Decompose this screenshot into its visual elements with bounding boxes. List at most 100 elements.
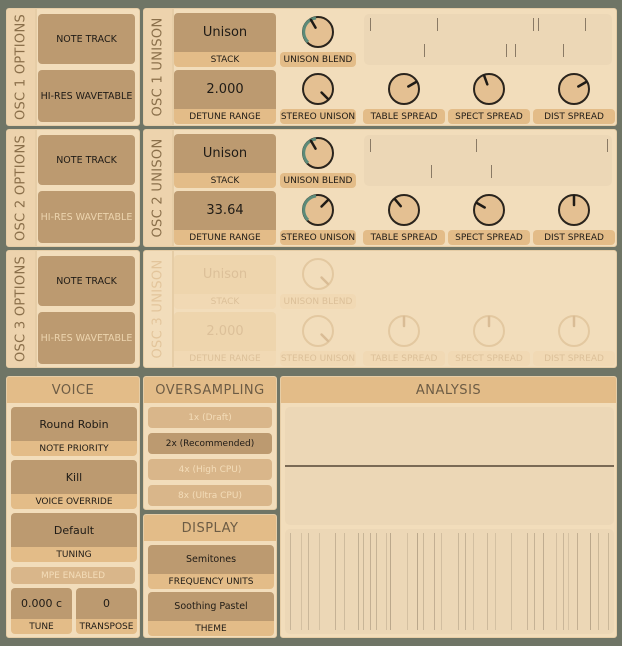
analysis-title: ANALYSIS — [281, 377, 616, 403]
transpose-control[interactable]: 0 TRANSPOSE — [76, 588, 137, 634]
osc3-unison-panel: OSC 3 UNISON Unison STACK UNISON BLEND 2… — [143, 250, 617, 368]
osc2-dist-spread-label: DIST SPREAD — [533, 230, 615, 245]
transpose-value[interactable]: 0 — [76, 588, 137, 619]
oversampling-option-4x[interactable]: 4x (High CPU) — [148, 459, 272, 480]
tune-control[interactable]: 0.000 c TUNE — [11, 588, 72, 634]
note-priority-control[interactable]: Round Robin NOTE PRIORITY — [11, 407, 137, 456]
osc3-table-spread-label: TABLE SPREAD — [363, 351, 445, 366]
osc1-stereo-unison-label: STEREO UNISON — [280, 109, 356, 124]
osc3-stack-control[interactable]: Unison STACK — [174, 255, 276, 309]
unison-voice-tick — [538, 18, 539, 31]
oversampling-option-2x[interactable]: 2x (Recommended) — [148, 433, 272, 454]
note-priority-label: NOTE PRIORITY — [11, 441, 137, 456]
unison-voice-tick — [533, 18, 534, 31]
voice-title: VOICE — [7, 377, 139, 403]
knob-dial-icon — [473, 73, 505, 105]
osc3-unison-blend-knob[interactable]: UNISON BLEND — [280, 255, 356, 309]
knob-dial-icon — [558, 73, 590, 105]
spectrum-bar — [407, 533, 408, 630]
osc2-unison-blend-label: UNISON BLEND — [280, 173, 356, 188]
analysis-panel: ANALYSIS — [280, 376, 617, 638]
osc2-unison-display — [364, 135, 612, 186]
oversampling-option-8x[interactable]: 8x (Ultra CPU) — [148, 485, 272, 506]
osc1-hires-wavetable-button[interactable]: HI-RES WAVETABLE — [38, 70, 135, 122]
osc1-stack-control[interactable]: Unison STACK — [174, 13, 276, 67]
osc1-table-spread-knob[interactable]: TABLE SPREAD — [363, 70, 445, 124]
osc1-stereo-unison-knob[interactable]: STEREO UNISON — [280, 70, 356, 124]
osc2-options-header: OSC 2 OPTIONS — [7, 130, 37, 246]
osc2-table-spread-label: TABLE SPREAD — [363, 230, 445, 245]
spectrum-bar — [534, 533, 535, 630]
osc2-stack-control[interactable]: Unison STACK — [174, 134, 276, 188]
osc3-unison-blend-label: UNISON BLEND — [280, 294, 356, 309]
spectrum-bar — [577, 533, 578, 630]
frequency-units-control[interactable]: Semitones FREQUENCY UNITS — [148, 545, 274, 589]
osc1-unison-blend-knob[interactable]: UNISON BLEND — [280, 13, 356, 67]
frequency-units-value[interactable]: Semitones — [148, 545, 274, 574]
oscilloscope-display — [285, 407, 614, 525]
spectrum-bar — [598, 533, 599, 630]
knob-dial-icon — [473, 194, 505, 226]
knob-dial-icon — [558, 194, 590, 226]
spectrum-bar — [511, 533, 512, 630]
osc3-spect-spread-knob[interactable]: SPECT SPREAD — [448, 312, 530, 366]
osc2-detune-range-value[interactable]: 33.64 — [174, 191, 276, 230]
theme-control[interactable]: Soothing Pastel THEME — [148, 592, 274, 636]
note-priority-value[interactable]: Round Robin — [11, 407, 137, 441]
spectrum-bar — [308, 533, 309, 630]
display-title: DISPLAY — [144, 515, 276, 541]
osc2-stereo-unison-knob[interactable]: STEREO UNISON — [280, 191, 356, 245]
osc1-note-track-button[interactable]: NOTE TRACK — [38, 14, 135, 64]
theme-value[interactable]: Soothing Pastel — [148, 592, 274, 621]
unison-voice-tick — [476, 139, 477, 152]
osc1-unison-panel: OSC 1 UNISON Unison STACK UNISON BLEND 2… — [143, 8, 617, 126]
oversampling-option-1x[interactable]: 1x (Draft) — [148, 407, 272, 428]
unison-voice-tick — [431, 165, 432, 178]
osc3-unison-header: OSC 3 UNISON — [144, 251, 174, 367]
osc1-detune-range-control[interactable]: 2.000 DETUNE RANGE — [174, 70, 276, 124]
osc3-stereo-unison-knob[interactable]: STEREO UNISON — [280, 312, 356, 366]
osc3-unison-title: OSC 3 UNISON — [150, 259, 166, 359]
spectrum-bar — [441, 533, 442, 630]
osc2-hires-wavetable-button[interactable]: HI-RES WAVETABLE — [38, 191, 135, 243]
osc3-stack-value[interactable]: Unison — [174, 255, 276, 294]
osc2-stack-value[interactable]: Unison — [174, 134, 276, 173]
osc3-dist-spread-knob[interactable]: DIST SPREAD — [533, 312, 615, 366]
osc2-unison-blend-knob[interactable]: UNISON BLEND — [280, 134, 356, 188]
osc1-unison-blend-label: UNISON BLEND — [280, 52, 356, 67]
osc3-table-spread-knob[interactable]: TABLE SPREAD — [363, 312, 445, 366]
tune-value[interactable]: 0.000 c — [11, 588, 72, 619]
osc3-hires-wavetable-button[interactable]: HI-RES WAVETABLE — [38, 312, 135, 364]
osc2-options-panel: OSC 2 OPTIONS NOTE TRACK HI-RES WAVETABL… — [6, 129, 140, 247]
oversampling-title: OVERSAMPLING — [144, 377, 276, 403]
tuning-control[interactable]: Default TUNING — [11, 513, 137, 562]
osc1-detune-range-value[interactable]: 2.000 — [174, 70, 276, 109]
osc3-detune-range-value[interactable]: 2.000 — [174, 312, 276, 351]
osc3-detune-range-control[interactable]: 2.000 DETUNE RANGE — [174, 312, 276, 366]
oversampling-panel: OVERSAMPLING 1x (Draft) 2x (Recommended)… — [143, 376, 277, 510]
spectrum-bar — [290, 533, 291, 630]
spectrum-bar — [465, 533, 466, 630]
osc1-options-panel: OSC 1 OPTIONS NOTE TRACK HI-RES WAVETABL… — [6, 8, 140, 126]
osc2-dist-spread-knob[interactable]: DIST SPREAD — [533, 191, 615, 245]
spectrum-bar — [301, 533, 302, 630]
spectrum-bar — [423, 533, 424, 630]
osc3-note-track-button[interactable]: NOTE TRACK — [38, 256, 135, 306]
spectrum-bar — [556, 533, 557, 630]
tuning-value[interactable]: Default — [11, 513, 137, 547]
osc2-note-track-button[interactable]: NOTE TRACK — [38, 135, 135, 185]
transpose-label: TRANSPOSE — [76, 619, 137, 634]
osc1-spect-spread-knob[interactable]: SPECT SPREAD — [448, 70, 530, 124]
spectrum-bar — [543, 533, 544, 630]
mpe-enabled-toggle[interactable]: MPE ENABLED — [11, 567, 135, 584]
osc2-spect-spread-knob[interactable]: SPECT SPREAD — [448, 191, 530, 245]
osc1-detune-range-label: DETUNE RANGE — [174, 109, 276, 124]
osc1-stack-value[interactable]: Unison — [174, 13, 276, 52]
osc2-detune-range-control[interactable]: 33.64 DETUNE RANGE — [174, 191, 276, 245]
osc1-dist-spread-knob[interactable]: DIST SPREAD — [533, 70, 615, 124]
unison-voice-tick — [585, 18, 586, 31]
spectrum-bar — [386, 533, 387, 630]
voice-override-control[interactable]: Kill VOICE OVERRIDE — [11, 460, 137, 509]
voice-override-value[interactable]: Kill — [11, 460, 137, 494]
osc2-table-spread-knob[interactable]: TABLE SPREAD — [363, 191, 445, 245]
